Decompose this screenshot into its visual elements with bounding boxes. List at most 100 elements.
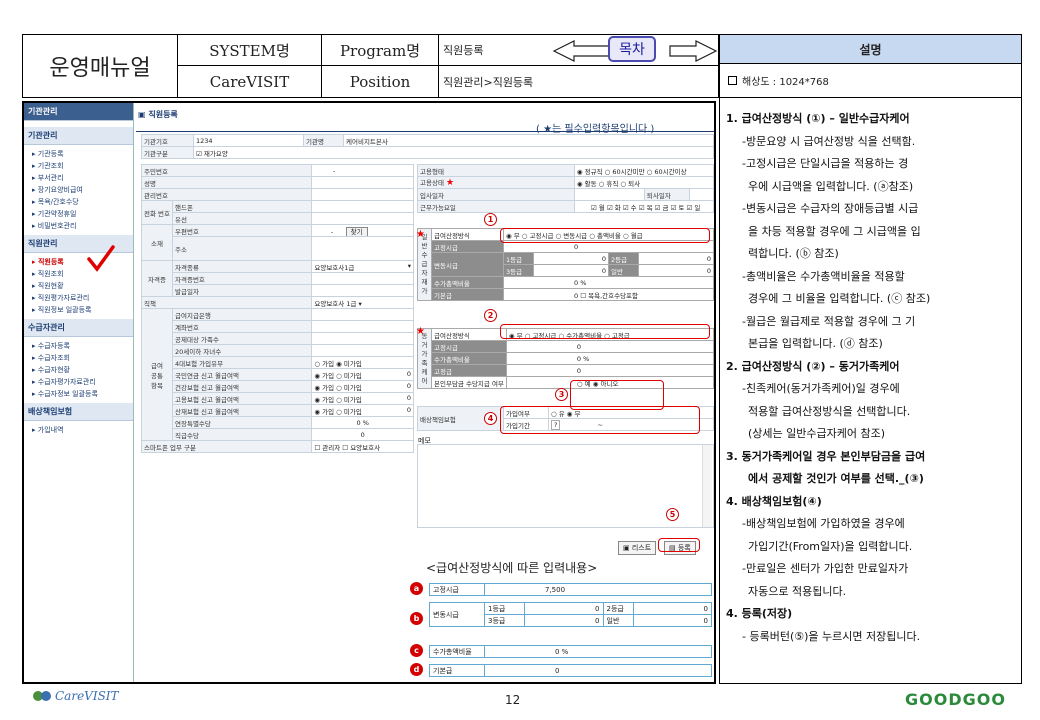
sidebar-item-staff-eval[interactable]: ▸ 직원평가자료관리 xyxy=(24,292,133,304)
bank-field[interactable] xyxy=(311,308,414,321)
desc-p1j: 본급을 입력합니다. (ⓓ 참조) xyxy=(748,337,883,350)
position-select[interactable]: 요양보호사 1급 ▾ xyxy=(311,296,414,309)
desc-p2a: -친족케어(동거가족케어)일 경우에 xyxy=(742,382,900,395)
list-button[interactable]: ▣ 리스트 xyxy=(618,541,657,555)
desc-p1b: -고정시급은 단일시급을 적용하는 경 xyxy=(742,157,909,170)
desc-p2c: (상세는 일반수급자케어 참조) xyxy=(748,427,886,440)
workdays-check[interactable]: ☑ 월 ☑ 화 ☑ 수 ☑ 목 ☑ 금 ☑ 토 ☑ 일 xyxy=(573,200,714,213)
next-arrow-icon[interactable] xyxy=(668,39,718,63)
sidebar-item-client-search[interactable]: ▸ 수급자조회 xyxy=(24,352,133,364)
sidebar-item-staff-status[interactable]: ▸ 직원현황 xyxy=(24,280,133,292)
base-pay-field[interactable]: 0 ☐ 목욕,간호수당포함 xyxy=(503,288,714,301)
sidebar-item-client-status[interactable]: ▸ 수급자현황 xyxy=(24,364,133,376)
sidebar: 기관관리 기관관리 ▸ 기관등록 ▸ 기관조회 ▸ 부서관리 ▸ 장기요양비급여… xyxy=(24,103,134,682)
marker-d: d xyxy=(410,663,423,676)
sidebar-item-dept[interactable]: ▸ 부서관리 xyxy=(24,172,133,184)
rate-field[interactable]: 0 % xyxy=(503,276,714,289)
emp-type-radio[interactable]: ◉ 정규직 ○ 60시간미만 ○ 60시간이상 xyxy=(573,164,714,177)
desc-p5: 4. 등록(저장) xyxy=(726,607,793,620)
mobile-field[interactable] xyxy=(311,200,414,213)
desc-header: 설명 xyxy=(719,34,1022,64)
desc-p4c: -만료일은 센터가 가입한 만료일자가 xyxy=(742,562,909,575)
page-number: 12 xyxy=(505,693,521,707)
health-radio[interactable]: ◉ 가입 ○ 미가입 0 xyxy=(311,380,414,393)
leave-date-field[interactable] xyxy=(688,188,714,201)
sidebar-item-bath[interactable]: ▸ 목욕/간호수당 xyxy=(24,196,133,208)
zipcode-field[interactable]: - 찾기 xyxy=(311,224,414,237)
footer-logo-left: CareVISIT xyxy=(32,688,119,704)
desc-p1h: 경우에 그 비율을 입력합니다. (ⓒ 참조) xyxy=(748,292,931,305)
highlight-save xyxy=(658,538,700,552)
sidebar-item-org-register[interactable]: ▸ 기관등록 xyxy=(24,148,133,160)
desc-p1g: -총액비율은 수가총액비율을 적용할 xyxy=(742,269,905,283)
sidebar-section-org: 기관관리 xyxy=(24,127,133,145)
sidebar-item-ins-history[interactable]: ▸ 가입내역 xyxy=(24,424,133,436)
mgmt-no-field[interactable] xyxy=(311,188,414,201)
desc-p1i: -월급은 월급제로 적용할 경우에 그 기 xyxy=(742,314,916,328)
sidebar-item-password[interactable]: ▸ 비밀번호관리 xyxy=(24,220,133,232)
account-field[interactable] xyxy=(311,320,414,333)
sidebar-section-insurance: 배상책임보험 xyxy=(24,403,133,421)
checkbox-icon xyxy=(728,76,737,85)
required-star-1: ★ xyxy=(416,229,425,240)
name-field[interactable] xyxy=(311,176,414,189)
emp-state-radio[interactable]: ◉ 활동 ○ 휴직 ○ 퇴사 xyxy=(573,176,714,189)
marker-a: a xyxy=(410,582,423,595)
ssn-field[interactable]: - xyxy=(311,164,414,177)
desc-p4a: -배상책임보험에 가입하였을 경우에 xyxy=(742,517,905,530)
sidebar-section-client: 수급자관리 xyxy=(24,319,133,337)
hire-date-field[interactable] xyxy=(573,188,645,201)
sidebar-item-staff-bulk[interactable]: ▸ 직원정보 일괄등록 xyxy=(24,304,133,316)
desc-p1e: 을 차등 적용할 경우에 그 시급액을 입 xyxy=(748,224,921,238)
highlight-pay-method xyxy=(500,228,710,243)
sidebar-item-staff-search[interactable]: ▸ 직원조회 xyxy=(24,268,133,280)
issue-date-field[interactable] xyxy=(311,284,414,297)
address-field[interactable] xyxy=(311,236,414,261)
sidebar-item-client-bulk[interactable]: ▸ 수급자정보 일괄등록 xyxy=(24,388,133,400)
carevisit-logo-icon xyxy=(33,691,51,701)
marker-2: 2 xyxy=(484,309,497,322)
position-label: Position xyxy=(321,65,439,98)
qual-select[interactable]: 요양보호사1급 ▾ xyxy=(311,260,414,273)
desc-p5a: - 등록버턴(⑤)을 누르시면 저장됩니다. xyxy=(742,629,921,643)
system-label: SYSTEM명 xyxy=(177,34,322,66)
desc-p1: 1. 급여산정방식 (①) – 일반수급자케어 xyxy=(726,112,910,125)
phone-field[interactable] xyxy=(311,212,414,225)
sidebar-item-org-search[interactable]: ▸ 기관조회 xyxy=(24,160,133,172)
grade-pay-field[interactable]: 0 xyxy=(311,428,414,441)
required-note: ( ★는 필수입력항목입니다.) xyxy=(536,124,655,135)
sidebar-item-nonpay[interactable]: ▸ 장기요양비급여 xyxy=(24,184,133,196)
highlight-liability xyxy=(500,406,700,434)
legend-title: <급여산정방식에 따른 입력내용> xyxy=(426,561,598,575)
child-count-field[interactable] xyxy=(311,344,414,357)
marker-3: 3 xyxy=(555,388,568,401)
org-info-table: 기관기호 1234 기관명 케어비지트본사 기관구분 ☑ 재가요양 xyxy=(141,134,714,159)
desc-p1d: -변동시급은 수급자의 장애등급별 시급 xyxy=(742,202,919,215)
footer-logo-right: GOODGOO xyxy=(905,690,1006,709)
family-count-field[interactable] xyxy=(311,332,414,345)
pension-radio[interactable]: ◉ 가입 ○ 미가입 0 xyxy=(311,368,414,381)
sidebar-item-holiday[interactable]: ▸ 기관약정휴일 xyxy=(24,208,133,220)
employment-table: 고용형태 ◉ 정규직 ○ 60시간미만 ○ 60시간이상 고용상태 ★ ◉ 활동 ○… xyxy=(417,164,714,213)
accident-radio[interactable]: ◉ 가입 ○ 미가입 0 xyxy=(311,404,414,417)
memo-scrollbar[interactable] xyxy=(702,445,712,527)
employ-ins-radio[interactable]: ◉ 가입 ○ 미가입 0 xyxy=(311,392,414,405)
marker-4: 4 xyxy=(484,412,497,425)
sidebar-item-client-register[interactable]: ▸ 수급자등록 xyxy=(24,340,133,352)
desc-p3: 3. 동거가족케어일 경우 본인부담금을 급여 xyxy=(726,449,926,463)
ins4-radio[interactable]: ○ 가입 ◉ 미가입 xyxy=(311,356,414,369)
resolution-note: 해상도 : 1024*768 xyxy=(719,63,1022,98)
legend-a-table: 고정시급 7,500 xyxy=(429,583,712,596)
required-star-2: ★ xyxy=(416,326,425,337)
ext-pay-field[interactable]: 0 % xyxy=(311,416,414,429)
desc-p4: 4. 배상책임보험(④) xyxy=(726,494,822,508)
position-value: 직원관리>직원등록 xyxy=(438,65,719,98)
marker-b: b xyxy=(410,612,423,625)
find-button[interactable]: 찾기 xyxy=(345,226,368,236)
title-rule xyxy=(136,131,714,132)
qual-no-field[interactable] xyxy=(311,272,414,285)
smartphone-check[interactable]: ☐ 관리자 ☐ 요양보호사 xyxy=(311,440,414,453)
toc-button[interactable]: 목차 xyxy=(608,36,656,62)
sidebar-item-client-eval[interactable]: ▸ 수급자평가자료관리 xyxy=(24,376,133,388)
sidebar-item-staff-register[interactable]: ▸ 직원등록 xyxy=(24,256,133,268)
